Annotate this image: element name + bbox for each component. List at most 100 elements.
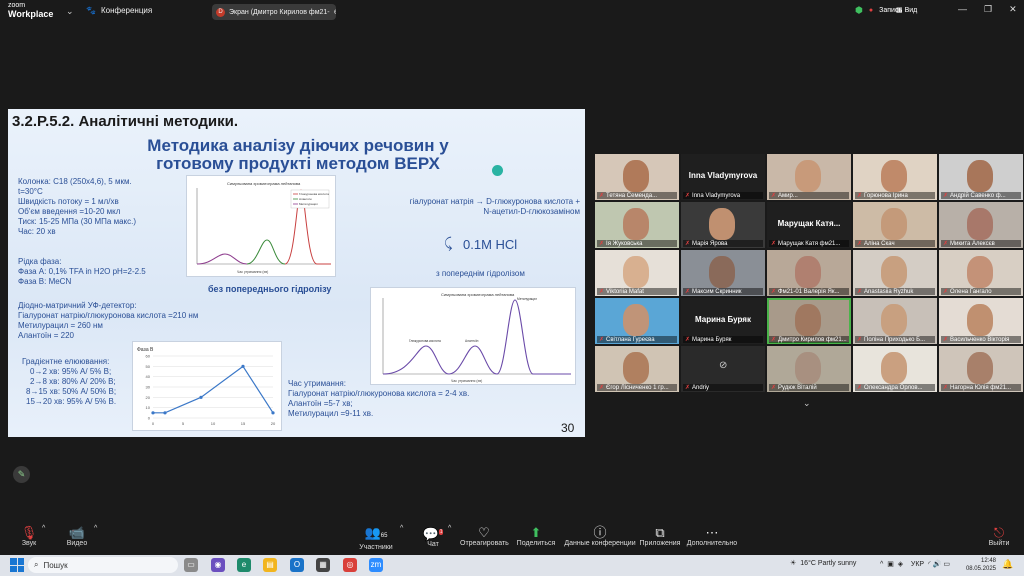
record-icon: ● (868, 7, 874, 14)
mic-muted-icon: ✗ (685, 385, 691, 391)
recording-indicator[interactable]: ⬢ ● Запись (855, 5, 902, 16)
chevron-down-icon[interactable]: ⌄ (66, 6, 74, 17)
minimize-icon[interactable]: — (958, 4, 967, 15)
participant-video (623, 256, 649, 288)
participant-tile[interactable]: ✗ Тетяна Семенда... (595, 154, 679, 200)
react-button[interactable]: ♡ Отреагировать (460, 525, 509, 547)
view-button[interactable]: ▦ Вид (896, 6, 917, 14)
participant-tile[interactable]: ✗ Андрій Савенко ф... (939, 154, 1023, 200)
chart2-peak-label-1: Глюкуронова кислота (409, 339, 441, 343)
participant-tile[interactable]: ✗ Марія Ярова (681, 202, 765, 248)
outlook-icon[interactable]: O (290, 558, 304, 572)
participant-video (881, 208, 907, 240)
participant-tile[interactable]: ✗ Viktoriia Mafat (595, 250, 679, 296)
x-tick-label: 10 (211, 421, 216, 426)
pointer-dot (492, 165, 503, 176)
y-tick-label: 40 (146, 374, 151, 379)
zoom-logo: zoom Workplace (8, 2, 54, 19)
restore-icon[interactable]: ❐ (984, 4, 992, 15)
participant-tile[interactable]: ✗ Світлана Гуреєва (595, 298, 679, 344)
chart1-xlabel: Час утримання (хв) (237, 270, 268, 274)
clock[interactable]: 12:48 08.05.2025 (962, 557, 996, 573)
file-explorer-icon[interactable]: ▤ (263, 558, 277, 572)
participant-tile[interactable]: Inna Vladymyrova ✗ Inna Vladymyrova (681, 154, 765, 200)
participant-video (795, 256, 821, 288)
participant-tile[interactable]: ✗ Нагорна Юлія фм21... (939, 346, 1023, 392)
participant-tile[interactable]: ✗ Поліна Приходько Б... (853, 298, 937, 344)
more-button[interactable]: ⋯ Дополнительно (686, 525, 738, 547)
participant-tile[interactable]: ✗ Ія Жуковська (595, 202, 679, 248)
exit-button[interactable]: ⎋ Выйти (986, 525, 1012, 547)
share-screen-icon: ⬆ (530, 525, 542, 540)
chromatogram-with-hydrolysis: Симульована хроматограма лейтанова Глюку… (370, 287, 576, 385)
video-button[interactable]: 📹 Видео (62, 525, 92, 547)
participant-tile[interactable]: ✗ Anastasiia Ryzhuk (853, 250, 937, 296)
participant-tile[interactable]: ✗ Максим Скринник (681, 250, 765, 296)
chevron-down-icon[interactable]: ⌄ (803, 398, 811, 409)
participant-tile[interactable]: ✗ Рудюк Віталій (767, 346, 851, 392)
system-tray[interactable]: ^ ▣ ◈ УКР ◜ 🔊 ▭ (880, 560, 950, 568)
audio-button[interactable]: 🎙 Звук (14, 525, 44, 547)
start-icon[interactable] (10, 558, 24, 572)
chart1-peak-1 (196, 253, 248, 265)
task-view-icon[interactable]: ▭ (184, 558, 198, 572)
edge-icon[interactable]: e (237, 558, 251, 572)
mic-muted-icon: ✗ (685, 289, 691, 295)
slide-page-number: 30 (561, 421, 575, 435)
info-icon: ⓘ (593, 525, 607, 540)
share-button[interactable]: ⬆ Поделиться (516, 525, 556, 547)
participant-video (709, 208, 735, 240)
participant-video (795, 352, 821, 384)
meeting-info-button[interactable]: ⓘ Данные конференции (564, 525, 636, 547)
more-icon: ⋯ (705, 525, 719, 540)
participant-name-label: ✗ Васильченко Вікторія (941, 336, 1021, 343)
annotate-icon[interactable]: ✎ (13, 466, 30, 483)
chat-caret[interactable]: ^ (448, 525, 451, 532)
video-options-caret[interactable]: ^ (94, 525, 97, 532)
participant-name-label: ✗ Anastasiia Ryzhuk (855, 288, 935, 295)
participant-tile[interactable]: ✗ Олександра Орлов... (853, 346, 937, 392)
apps-button[interactable]: ⧉ Приложения (638, 525, 682, 547)
conference-button[interactable]: 🐾 Конференция (86, 6, 152, 15)
screen-share-indicator[interactable]: D Экран (Дмитро Кирилов фм21- ⊕ (212, 4, 336, 20)
participant-tile[interactable]: ✗ Горюнова Ірина (853, 154, 937, 200)
participant-tile[interactable]: ✗ Амир... (767, 154, 851, 200)
chart2-peak-label-3: Метилурацил (517, 297, 537, 301)
y-tick-label: 10 (146, 405, 151, 410)
notifications-icon[interactable]: 🔔 (1002, 559, 1013, 570)
mic-muted-icon: ✗ (857, 337, 863, 343)
participants-button[interactable]: 👥65 Участники (356, 525, 396, 551)
participant-tile[interactable]: ✗ Фм21-01 Валерія Як... (767, 250, 851, 296)
store-icon[interactable]: ▦ (316, 558, 330, 572)
participant-video (967, 208, 993, 240)
search-icon: ⌕ (34, 560, 39, 569)
weather-widget[interactable]: ☀ 16°C Partly sunny (790, 559, 856, 568)
participant-tile[interactable]: ✗ Олена Гангало (939, 250, 1023, 296)
participant-tile[interactable]: ✗ Єгор Лісниченко 1 гр... (595, 346, 679, 392)
detector-info: Діодно-матричний УФ-детектор: Гіалуронат … (18, 301, 199, 340)
participant-tile[interactable]: Марина Буряк ✗ Марина Буряк (681, 298, 765, 344)
chat-button[interactable]: 💬1 Чат (422, 525, 444, 548)
participant-tile[interactable]: ✗ Васильченко Вікторія (939, 298, 1023, 344)
participant-tile[interactable]: Марущак Катя... ✗ Марущак Катя фм21... (767, 202, 851, 248)
participant-video (967, 304, 993, 336)
zoom-taskbar-icon[interactable]: zm (369, 558, 383, 572)
y-tick-label: 50 (146, 364, 151, 369)
participant-name-label: ✗ Viktoriia Mafat (597, 288, 677, 295)
gradient-info: Градієнтне елюювання: 0→2 хв: 95% А/ 5% В… (22, 357, 117, 406)
participant-tile[interactable]: ✗ Аліна Скач (853, 202, 937, 248)
participant-tile[interactable]: ⊘ ✗ Andriy (681, 346, 765, 392)
participant-tile[interactable]: ✗ Микита Алексєв (939, 202, 1023, 248)
close-icon[interactable]: ✕ (1009, 4, 1017, 15)
mic-muted-icon: ✗ (943, 337, 949, 343)
more-options-icon[interactable]: ⊕ (334, 8, 336, 16)
participant-name-label: ✗ Світлана Гуреєва (597, 336, 677, 343)
hydrolysis-reaction: гіалуронат натрія → D-глюкуронова кислот… (409, 197, 580, 216)
taskbar-search[interactable]: ⌕ Пошук (28, 557, 178, 573)
copilot-icon[interactable]: ◉ (211, 558, 225, 572)
participants-caret[interactable]: ^ (400, 525, 403, 532)
participant-tile[interactable]: ✗ Дмитро Кирилов фм21... (767, 298, 851, 344)
audio-options-caret[interactable]: ^ (42, 525, 45, 532)
participant-video (795, 304, 821, 336)
chrome-icon[interactable]: ◎ (343, 558, 357, 572)
